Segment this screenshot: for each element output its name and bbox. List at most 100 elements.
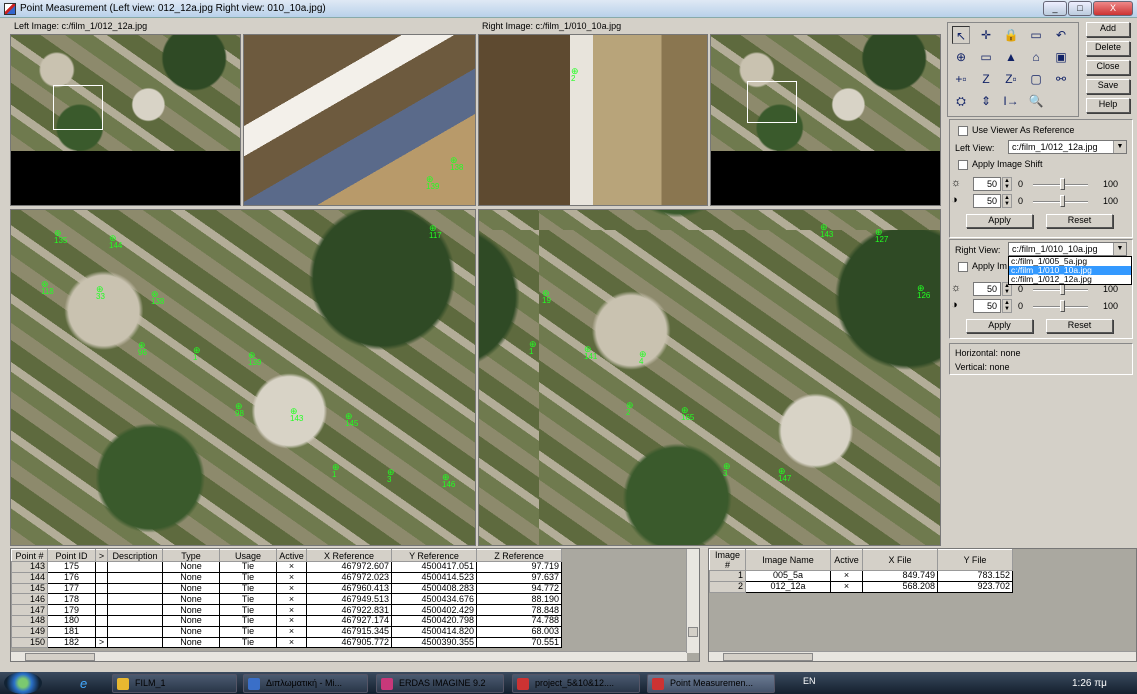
table-cell[interactable]: 467972.607: [306, 561, 392, 573]
undo-icon[interactable]: ↶: [1052, 26, 1070, 44]
chevron-down-icon[interactable]: ▼: [1113, 243, 1126, 255]
point-marker[interactable]: 144: [109, 234, 122, 250]
table-cell[interactable]: 175: [47, 561, 96, 573]
left-apply-button[interactable]: Apply: [966, 214, 1033, 228]
table-cell[interactable]: 97.719: [476, 561, 562, 573]
table-cell[interactable]: 74.788: [476, 614, 562, 627]
left-zoom-viewer[interactable]: 139: [243, 34, 476, 206]
zoom-link-icon[interactable]: ⊕: [952, 48, 970, 66]
left-overview-viewer[interactable]: [10, 34, 241, 206]
contrast-input[interactable]: 50: [973, 194, 1001, 208]
point-marker[interactable]: 143: [290, 407, 303, 423]
add-point-icon[interactable]: +▫: [952, 70, 970, 88]
zoom-box[interactable]: [747, 81, 797, 123]
table-cell[interactable]: [107, 625, 163, 638]
left-main-viewer[interactable]: 118 96 98 1 117 33 1 143 3 135 138 139 145 146 144: [10, 209, 476, 546]
right-apply-button[interactable]: Apply: [966, 319, 1033, 333]
point-marker[interactable]: 2: [626, 401, 634, 417]
find-icon[interactable]: 🔍: [1027, 92, 1045, 110]
table-cell[interactable]: [107, 593, 163, 606]
right-reset-button[interactable]: Reset: [1046, 319, 1113, 333]
column-header[interactable]: X File: [862, 549, 938, 571]
table-cell[interactable]: [95, 625, 108, 638]
maximize-button[interactable]: □: [1068, 1, 1092, 16]
brightness-input[interactable]: 50: [973, 177, 1001, 191]
table-cell[interactable]: Tie: [219, 593, 277, 606]
column-header[interactable]: Usage: [219, 549, 277, 562]
table-cell[interactable]: None: [162, 636, 220, 649]
table-cell[interactable]: [107, 561, 163, 573]
table-cell[interactable]: 467949.513: [306, 593, 392, 606]
table-cell[interactable]: ×: [276, 614, 307, 627]
right-main-viewer[interactable]: 1 2 3 143 126 141 165 147 127 19 4: [478, 209, 941, 546]
table-cell[interactable]: 783.152: [937, 570, 1013, 582]
table-cell[interactable]: ×: [276, 582, 307, 595]
table-cell[interactable]: [107, 604, 163, 616]
table-row[interactable]: 144 176 None Tie × 467972.023 4500414.523 97.63…: [11, 571, 562, 584]
point-marker[interactable]: 1: [332, 463, 340, 479]
table-cell[interactable]: 4500402.429: [391, 604, 477, 616]
table-cell[interactable]: 148: [11, 614, 48, 627]
table-cell[interactable]: 2: [709, 580, 746, 593]
point-marker[interactable]: 143: [820, 223, 833, 239]
swap-icon[interactable]: ⇕: [977, 92, 995, 110]
table-cell[interactable]: [95, 561, 108, 573]
point-marker[interactable]: 19: [542, 289, 551, 305]
point-marker[interactable]: 145: [345, 412, 358, 428]
table-cell[interactable]: [95, 571, 108, 584]
table-cell[interactable]: [95, 604, 108, 616]
table-cell[interactable]: Tie: [219, 614, 277, 627]
left-view-select[interactable]: c:/film_1/012_12a.jpg ▼: [1008, 140, 1127, 154]
point-marker[interactable]: 2: [571, 67, 579, 83]
point-marker[interactable]: 139: [248, 351, 261, 367]
table-cell[interactable]: 97.637: [476, 571, 562, 584]
transfer-icon[interactable]: I→: [1002, 92, 1020, 110]
points-vertical-scrollbar[interactable]: [686, 549, 699, 653]
table-cell[interactable]: 849.749: [862, 570, 938, 582]
box-icon[interactable]: ▢: [1027, 70, 1045, 88]
point-marker[interactable]: 138: [450, 156, 463, 172]
table-cell[interactable]: None: [162, 614, 220, 627]
point-marker[interactable]: 146: [442, 473, 455, 489]
table-cell[interactable]: ×: [276, 561, 307, 573]
table-cell[interactable]: 4500414.523: [391, 571, 477, 584]
close-window-button[interactable]: X: [1093, 1, 1133, 16]
table-row[interactable]: 145 177 None Tie × 467960.413 4500408.283 94.77…: [11, 582, 562, 595]
table-cell[interactable]: 4500417.051: [391, 561, 477, 573]
points-horizontal-scrollbar[interactable]: [11, 651, 687, 661]
table-cell[interactable]: 467905.772: [306, 636, 392, 649]
table-row[interactable]: 1 005_5a × 849.749 783.152: [709, 570, 1013, 582]
column-header[interactable]: Active: [276, 549, 307, 562]
table-cell[interactable]: ×: [830, 570, 863, 582]
brightness-spinner[interactable]: ▲ ▼: [1002, 177, 1012, 191]
table-cell[interactable]: 4500414.820: [391, 625, 477, 638]
column-header[interactable]: Z Reference: [476, 549, 562, 562]
start-button[interactable]: [4, 672, 42, 694]
table-cell[interactable]: 181: [47, 625, 96, 638]
table-cell[interactable]: 179: [47, 604, 96, 616]
table-cell[interactable]: 4500408.283: [391, 582, 477, 595]
table-cell[interactable]: 467960.413: [306, 582, 392, 595]
taskbar-item[interactable]: FILM_1: [112, 674, 237, 693]
table-cell[interactable]: [95, 614, 108, 627]
column-header[interactable]: Point ID: [47, 549, 96, 562]
table-cell[interactable]: 178: [47, 593, 96, 606]
table-row[interactable]: 2 012_12a × 568.208 923.702: [709, 580, 1013, 593]
crosshair-icon[interactable]: ✛: [977, 26, 995, 44]
table-cell[interactable]: 005_5a: [745, 570, 831, 582]
table-cell[interactable]: 78.848: [476, 604, 562, 616]
point-marker[interactable]: 33: [96, 285, 105, 301]
table-cell[interactable]: 176: [47, 571, 96, 584]
table-cell[interactable]: None: [162, 593, 220, 606]
table-cell[interactable]: Tie: [219, 636, 277, 649]
point-marker[interactable]: 4: [639, 350, 647, 366]
z-icon[interactable]: Z: [977, 70, 995, 88]
close-button[interactable]: Close: [1086, 60, 1130, 75]
table-cell[interactable]: 68.003: [476, 625, 562, 638]
ie-icon[interactable]: e: [80, 676, 87, 691]
elevation-icon[interactable]: ⛭: [952, 92, 970, 110]
taskbar-item[interactable]: ERDAS IMAGINE 9.2: [376, 674, 504, 693]
chevron-down-icon[interactable]: ▼: [1113, 141, 1126, 153]
column-header[interactable]: Image #: [709, 549, 746, 571]
table-cell[interactable]: 467927.174: [306, 614, 392, 627]
